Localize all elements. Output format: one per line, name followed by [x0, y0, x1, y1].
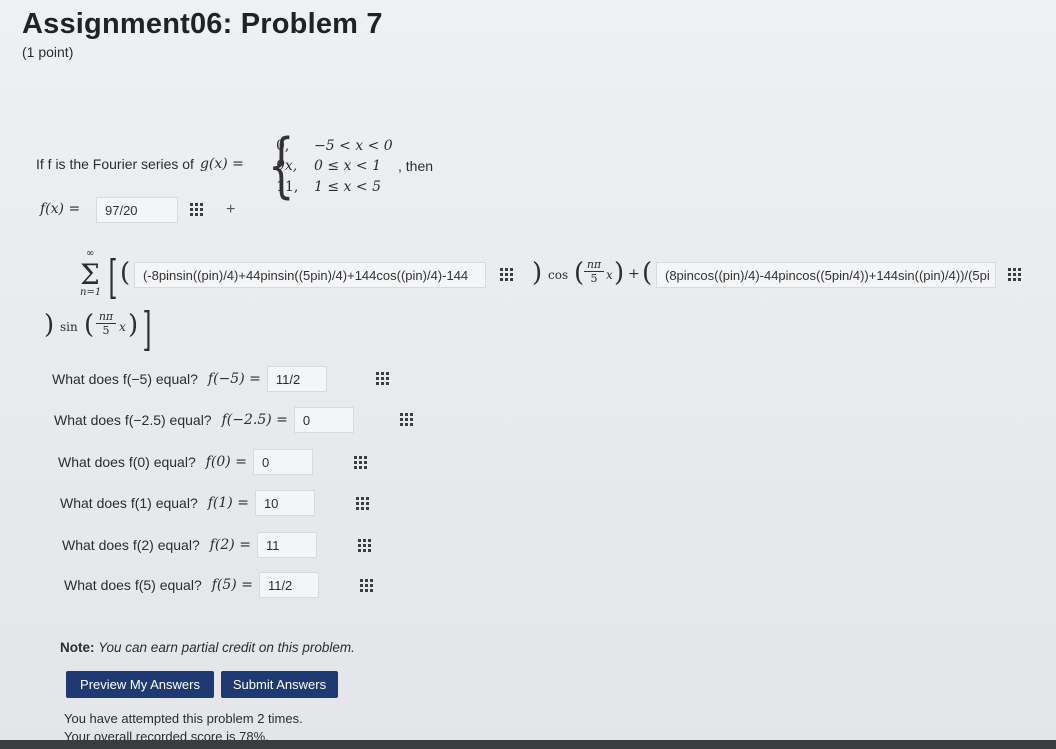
- close-paren: ): [44, 310, 55, 340]
- problem-statement: If f is the Fourier series of g(x) =: [36, 156, 244, 172]
- question-math: f(2) =: [209, 537, 251, 553]
- question-text: What does f(5) equal?: [64, 577, 202, 593]
- submit-answers-button[interactable]: Submit Answers: [221, 671, 338, 698]
- question-text: What does f(2) equal?: [62, 537, 200, 553]
- fraction: nπ 5: [584, 258, 604, 285]
- a0-answer-input[interactable]: 97/20: [96, 197, 178, 223]
- question-math: f(−5) =: [207, 371, 261, 387]
- fraction-numerator: nπ: [96, 310, 116, 324]
- equation-editor-icon[interactable]: [1008, 268, 1022, 282]
- question-row: What does f(−5) equal? f(−5) = 11/2: [52, 366, 327, 392]
- question-text: What does f(0) equal?: [58, 454, 196, 470]
- question-text: What does f(−2.5) equal?: [54, 412, 212, 428]
- close-paren: ): [128, 310, 139, 340]
- plus-sign: +: [226, 201, 236, 218]
- question-row: What does f(2) equal? f(2) = 11: [62, 532, 317, 558]
- x-variable: x: [119, 320, 126, 334]
- partial-credit-note: Note: You can earn partial credit on thi…: [60, 640, 355, 655]
- screen-bottom-edge: [0, 740, 1056, 749]
- question-math: f(−2.5) =: [221, 412, 288, 428]
- plus-sign: +: [628, 266, 640, 282]
- fraction-denominator: 5: [590, 272, 598, 285]
- point-value: (1 point): [22, 44, 74, 60]
- sum-lower-limit: n=1: [80, 287, 102, 298]
- an-answer-input[interactable]: (-8pinsin((pin)/4)+44pinsin((5pin)/4)+14…: [134, 262, 486, 288]
- piece-condition: −5 < x < 0: [314, 138, 393, 154]
- question-row: What does f(5) equal? f(5) = 11/2: [64, 572, 319, 598]
- x-variable: x: [606, 268, 613, 282]
- piece-condition: 0 ≤ x < 1: [314, 158, 381, 174]
- problem-page: Assignment06: Problem 7 (1 point) If f i…: [0, 0, 1056, 749]
- piece-value: 9x,: [276, 158, 298, 174]
- question-math: f(0) =: [205, 454, 247, 470]
- equation-editor-icon[interactable]: [400, 413, 414, 427]
- equation-editor-icon[interactable]: [358, 539, 372, 553]
- answer-input[interactable]: 11: [256, 532, 317, 558]
- equation-editor-icon[interactable]: [360, 579, 374, 593]
- equation-editor-icon[interactable]: [190, 203, 204, 217]
- bn-answer-input[interactable]: (8pincos((pin)/4)-44pincos((5pin/4))+144…: [656, 262, 996, 288]
- open-paren: (: [574, 258, 585, 288]
- question-row: What does f(−2.5) equal? f(−2.5) = 0: [54, 407, 354, 433]
- open-paren: (: [642, 258, 653, 288]
- answer-input[interactable]: 0: [252, 449, 313, 475]
- question-row: What does f(1) equal? f(1) = 10: [60, 490, 315, 516]
- answer-input[interactable]: 11/2: [266, 366, 327, 392]
- close-bracket: ]: [142, 302, 152, 356]
- close-paren: ): [614, 258, 625, 288]
- g-expression: g(x) =: [199, 156, 244, 172]
- open-paren: (: [84, 310, 95, 340]
- attempts-text: You have attempted this problem 2 times.: [64, 711, 303, 726]
- piece-condition: 1 ≤ x < 5: [314, 179, 381, 195]
- sin-label: sin: [60, 320, 78, 334]
- question-row: What does f(0) equal? f(0) = 0: [58, 449, 313, 475]
- question-text: What does f(−5) equal?: [52, 371, 198, 387]
- answer-input[interactable]: 0: [293, 407, 354, 433]
- open-bracket: [: [108, 250, 118, 304]
- question-math: f(1) =: [207, 495, 249, 511]
- note-text: You can earn partial credit on this prob…: [98, 640, 355, 655]
- preview-answers-button[interactable]: Preview My Answers: [66, 671, 214, 698]
- note-label: Note:: [60, 640, 95, 655]
- equation-editor-icon[interactable]: [376, 372, 390, 386]
- answer-input[interactable]: 11/2: [258, 572, 319, 598]
- answer-input[interactable]: 10: [254, 490, 315, 516]
- equation-editor-icon[interactable]: [356, 497, 370, 511]
- question-math: f(5) =: [211, 577, 253, 593]
- close-paren: ): [532, 258, 543, 288]
- piece-value: 0,: [276, 138, 290, 154]
- page-title: Assignment06: Problem 7: [22, 8, 383, 40]
- intro-suffix: , then: [398, 158, 434, 174]
- open-paren: (: [120, 258, 131, 288]
- piece-value: 11,: [276, 179, 299, 195]
- fraction: nπ 5: [96, 310, 116, 337]
- fraction-numerator: nπ: [584, 258, 604, 272]
- equation-editor-icon[interactable]: [500, 268, 514, 282]
- equation-editor-icon[interactable]: [354, 456, 368, 470]
- fraction-denominator: 5: [102, 324, 110, 337]
- question-text: What does f(1) equal?: [60, 495, 198, 511]
- intro-prefix: If f is the Fourier series of: [36, 156, 194, 172]
- f-label: f(x) =: [40, 201, 81, 217]
- cos-label: cos: [548, 268, 569, 282]
